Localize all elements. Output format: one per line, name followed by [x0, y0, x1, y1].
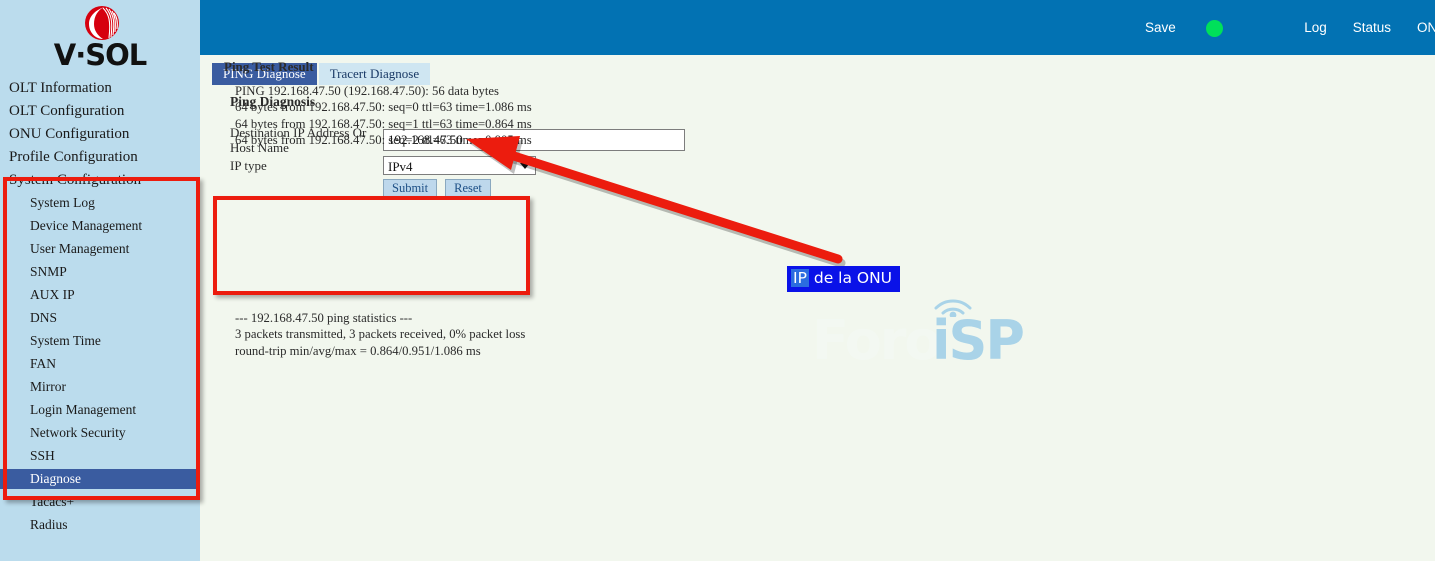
sidebar-item-label: Tacacs+: [30, 494, 75, 509]
watermark-text-light: Foro: [812, 309, 942, 372]
status-dot-icon: [1206, 20, 1223, 37]
sidebar-item-label: User Management: [30, 241, 130, 256]
sidebar-item-aux-ip[interactable]: AUX IP: [0, 285, 200, 305]
header-link-status[interactable]: Status: [1353, 20, 1391, 35]
callout-selected-text: IP: [791, 269, 809, 287]
page-root: V·SOL OLT Information OLT Configuration ON…: [0, 0, 1435, 561]
sidebar-item-label: DNS: [30, 310, 58, 325]
callout-rest-text: de la ONU: [808, 269, 893, 287]
sidebar-item-label: FAN: [30, 356, 57, 371]
ping-statistics-output: --- 192.168.47.50 ping statistics --- 3 …: [235, 311, 526, 358]
sidebar-item-dns[interactable]: DNS: [0, 308, 200, 328]
sidebar-item-label: OLT Information: [9, 80, 112, 96]
top-header: Save Log Status ONU: [200, 0, 1435, 55]
sidebar-item-label: Device Management: [30, 218, 143, 233]
brand-wordmark: V·SOL: [53, 38, 147, 72]
sidebar-item-label: Diagnose: [30, 471, 81, 486]
vsol-logo-icon: [85, 6, 119, 40]
main-content: PING Diagnose Tracert Diagnose Ping Diagn…: [200, 55, 1435, 561]
header-links: Log Status ONU: [1278, 20, 1435, 35]
ping-result-title: Ping Test Result: [224, 59, 314, 74]
sidebar-item-device-management[interactable]: Device Management: [0, 216, 200, 236]
sidebar-item-label: OLT Configuration: [9, 103, 125, 119]
sidebar-item-system-log[interactable]: System Log: [0, 193, 200, 213]
reset-button[interactable]: Reset: [445, 179, 491, 198]
sidebar-item-diagnose[interactable]: Diagnose: [0, 469, 200, 489]
header-link-log[interactable]: Log: [1304, 20, 1327, 35]
sidebar-item-label: System Configuration: [9, 172, 142, 188]
sidebar-item-ssh[interactable]: SSH: [0, 446, 200, 466]
submit-button[interactable]: Submit: [383, 179, 438, 198]
sidebar-item-label: Profile Configuration: [9, 149, 138, 165]
ip-type-label: IP type: [230, 158, 267, 173]
sidebar-item-login-management[interactable]: Login Management: [0, 400, 200, 420]
wifi-signal-icon: [934, 299, 972, 317]
sidebar-item-profile-configuration[interactable]: Profile Configuration: [0, 147, 200, 167]
sidebar-item-tacacs[interactable]: Tacacs+: [0, 492, 200, 512]
sidebar-item-system-configuration[interactable]: System Configuration: [0, 170, 200, 190]
sidebar-item-olt-information[interactable]: OLT Information: [0, 78, 200, 98]
save-button[interactable]: Save: [1145, 20, 1176, 35]
sidebar-item-label: Radius: [30, 517, 68, 532]
callout-ip-de-la-onu: IP de la ONU: [787, 266, 901, 292]
brand-logo-area: V·SOL: [0, 0, 200, 78]
sidebar-item-system-time[interactable]: System Time: [0, 331, 200, 351]
sidebar-item-label: Mirror: [30, 379, 66, 394]
tab-tracert-diagnose[interactable]: Tracert Diagnose: [318, 63, 431, 85]
sidebar-item-label: ONU Configuration: [9, 126, 130, 142]
ip-type-select[interactable]: IPv4: [383, 156, 536, 175]
sidebar-item-network-security[interactable]: Network Security: [0, 423, 200, 443]
header-link-onu[interactable]: ONU: [1417, 20, 1435, 35]
sidebar-item-label: System Time: [30, 333, 101, 348]
sidebar-item-label: Login Management: [30, 402, 137, 417]
watermark-text-accent: iSP: [932, 309, 1025, 372]
ip-type-selected-value: IPv4: [388, 159, 413, 174]
sidebar-item-label: AUX IP: [30, 287, 75, 302]
sidebar-item-olt-configuration[interactable]: OLT Configuration: [0, 101, 200, 121]
sidebar-item-label: SSH: [30, 448, 55, 463]
sidebar-item-label: SNMP: [30, 264, 67, 279]
sidebar-nav: OLT Information OLT Configuration ONU Conf…: [0, 78, 200, 535]
sidebar-item-fan[interactable]: FAN: [0, 354, 200, 374]
sidebar-item-radius[interactable]: Radius: [0, 515, 200, 535]
sidebar-item-onu-configuration[interactable]: ONU Configuration: [0, 124, 200, 144]
sidebar-item-label: System Log: [30, 195, 95, 210]
ping-result-output: PING 192.168.47.50 (192.168.47.50): 56 d…: [235, 84, 532, 147]
sidebar-item-user-management[interactable]: User Management: [0, 239, 200, 259]
form-buttons: Submit Reset: [383, 179, 495, 198]
chevron-down-icon: [520, 163, 530, 169]
sidebar-item-mirror[interactable]: Mirror: [0, 377, 200, 397]
sidebar-item-snmp[interactable]: SNMP: [0, 262, 200, 282]
sidebar-item-label: Network Security: [30, 425, 126, 440]
watermark: Foro iSP: [812, 291, 1072, 377]
sidebar: V·SOL OLT Information OLT Configuration ON…: [0, 0, 200, 561]
